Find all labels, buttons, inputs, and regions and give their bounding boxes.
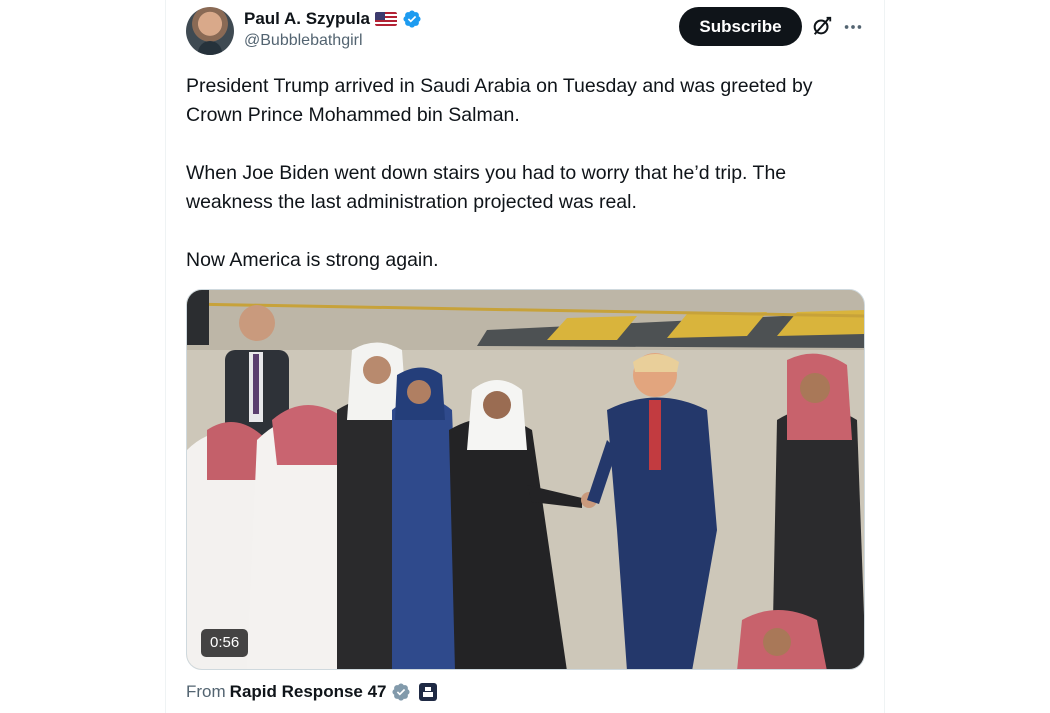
author-display-name[interactable]: Paul A. Szypula	[244, 9, 370, 29]
tweet-paragraph: Now America is strong again.	[186, 249, 439, 271]
gray-verified-badge-icon[interactable]	[391, 682, 411, 702]
video-duration-badge: 0:56	[201, 629, 249, 657]
from-label: From	[186, 682, 226, 701]
source-account-name[interactable]: Rapid Response 47	[230, 682, 387, 702]
tweet-card: Paul A. Szypula @Bubblebathgirl Subscrib…	[165, 0, 885, 713]
author-header: Paul A. Szypula @Bubblebathgirl	[244, 8, 422, 50]
grok-icon[interactable]	[811, 15, 833, 37]
us-flag-icon	[374, 12, 397, 26]
tweet-text: President Trump arrived in Saudi Arabia …	[186, 72, 866, 275]
author-avatar[interactable]	[186, 7, 234, 55]
affiliate-badge-icon[interactable]	[418, 683, 437, 701]
video-frame	[187, 290, 864, 669]
display-name-row: Paul A. Szypula	[244, 8, 422, 30]
author-handle[interactable]: @Bubblebathgirl	[244, 32, 422, 50]
video-attribution: From Rapid Response 47	[186, 682, 437, 702]
subscribe-button[interactable]: Subscribe	[679, 7, 802, 46]
more-options-icon[interactable]	[842, 16, 864, 38]
tweet-paragraph: When Joe Biden went down stairs you had …	[186, 162, 787, 213]
tweet-paragraph: President Trump arrived in Saudi Arabia …	[186, 75, 813, 126]
video-player[interactable]: 0:56	[186, 289, 865, 670]
verified-badge-icon[interactable]	[402, 9, 422, 29]
